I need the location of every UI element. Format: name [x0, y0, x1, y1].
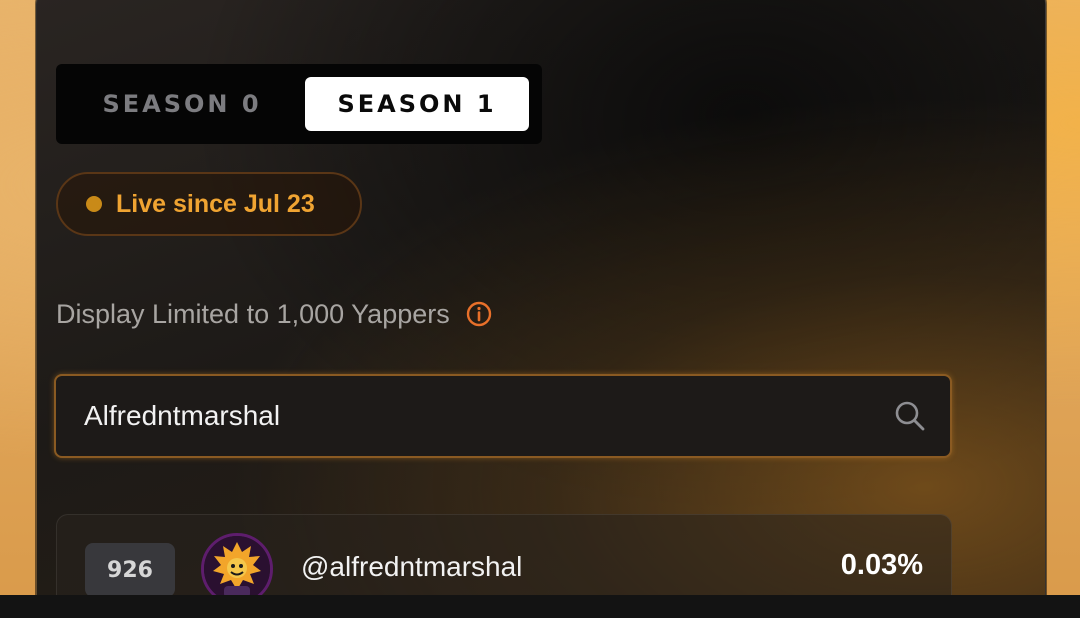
live-dot-icon: [86, 196, 102, 212]
live-status-badge: Live since Jul 23: [56, 172, 362, 236]
live-status-text: Live since Jul 23: [116, 189, 315, 218]
avatar-image: [204, 536, 270, 602]
display-limit-text: Display Limited to 1,000 Yappers: [56, 298, 450, 329]
tab-season-0[interactable]: SEASON 0: [76, 77, 288, 131]
search-field: [54, 374, 952, 458]
tab-season-1[interactable]: SEASON 1: [305, 77, 529, 131]
rank-badge: 926: [85, 543, 175, 597]
bottom-bar: [0, 595, 1080, 618]
info-icon[interactable]: [466, 301, 492, 327]
season-tabs: SEASON 0 SEASON 1: [56, 64, 542, 144]
search-icon[interactable]: [892, 398, 928, 434]
search-input[interactable]: [84, 376, 864, 456]
display-limit-note: Display Limited to 1,000 Yappers: [56, 296, 492, 332]
mindshare-percent: 0.03%: [840, 549, 923, 581]
user-handle[interactable]: @alfredntmarshal: [301, 551, 522, 583]
